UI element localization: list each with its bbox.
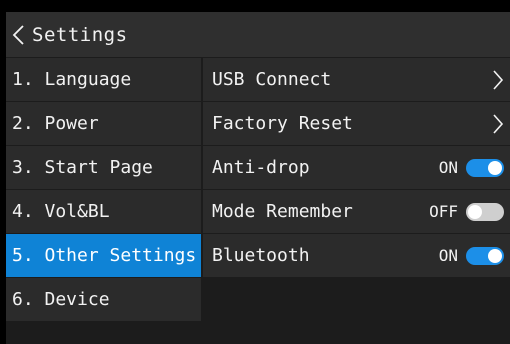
settings-list: USB Connect Factory Reset Anti-drop ON M… bbox=[203, 58, 510, 278]
toggle-knob bbox=[468, 204, 482, 219]
sidebar-item-power[interactable]: 2. Power bbox=[6, 102, 201, 145]
row-label: Mode Remember bbox=[212, 201, 353, 222]
bluetooth-row[interactable]: Bluetooth ON bbox=[203, 234, 510, 277]
sidebar-item-label: 2. Power bbox=[12, 113, 99, 134]
mode-remember-toggle[interactable] bbox=[466, 202, 504, 221]
sidebar-item-device[interactable]: 6. Device bbox=[6, 278, 201, 321]
sidebar-item-label: 6. Device bbox=[12, 289, 110, 310]
chevron-right-icon bbox=[492, 113, 504, 135]
sidebar-item-vol-bl[interactable]: 4. Vol&BL bbox=[6, 190, 201, 233]
bluetooth-toggle[interactable] bbox=[466, 246, 504, 265]
back-button[interactable] bbox=[6, 12, 26, 57]
row-label: USB Connect bbox=[212, 69, 332, 90]
sidebar-item-label: 4. Vol&BL bbox=[12, 201, 110, 222]
sidebar-item-start-page[interactable]: 3. Start Page bbox=[6, 146, 201, 189]
sidebar-item-other-settings[interactable]: 5. Other Settings bbox=[6, 234, 201, 277]
sidebar-item-label: 1. Language bbox=[12, 69, 132, 90]
sidebar: 1. Language 2. Power 3. Start Page 4. Vo… bbox=[6, 58, 201, 322]
header-bar: Settings bbox=[6, 12, 510, 57]
row-label: Factory Reset bbox=[212, 113, 353, 134]
sidebar-item-label: 5. Other Settings bbox=[12, 245, 197, 266]
row-label: Anti-drop bbox=[212, 157, 310, 178]
settings-screen: Settings 1. Language 2. Power 3. Start P… bbox=[6, 12, 510, 344]
anti-drop-row[interactable]: Anti-drop ON bbox=[203, 146, 510, 189]
sidebar-item-label: 3. Start Page bbox=[12, 157, 153, 178]
status-text: ON bbox=[438, 246, 458, 265]
factory-reset-row[interactable]: Factory Reset bbox=[203, 102, 510, 145]
toggle-knob bbox=[488, 160, 502, 175]
page-title: Settings bbox=[32, 23, 128, 46]
chevron-right-icon bbox=[492, 69, 504, 91]
sidebar-item-language[interactable]: 1. Language bbox=[6, 58, 201, 101]
status-text: ON bbox=[438, 158, 458, 177]
usb-connect-row[interactable]: USB Connect bbox=[203, 58, 510, 101]
mode-remember-row[interactable]: Mode Remember OFF bbox=[203, 190, 510, 233]
chevron-left-icon bbox=[12, 24, 26, 46]
status-text: OFF bbox=[429, 202, 458, 221]
row-label: Bluetooth bbox=[212, 245, 310, 266]
anti-drop-toggle[interactable] bbox=[466, 158, 504, 177]
toggle-knob bbox=[488, 248, 502, 263]
